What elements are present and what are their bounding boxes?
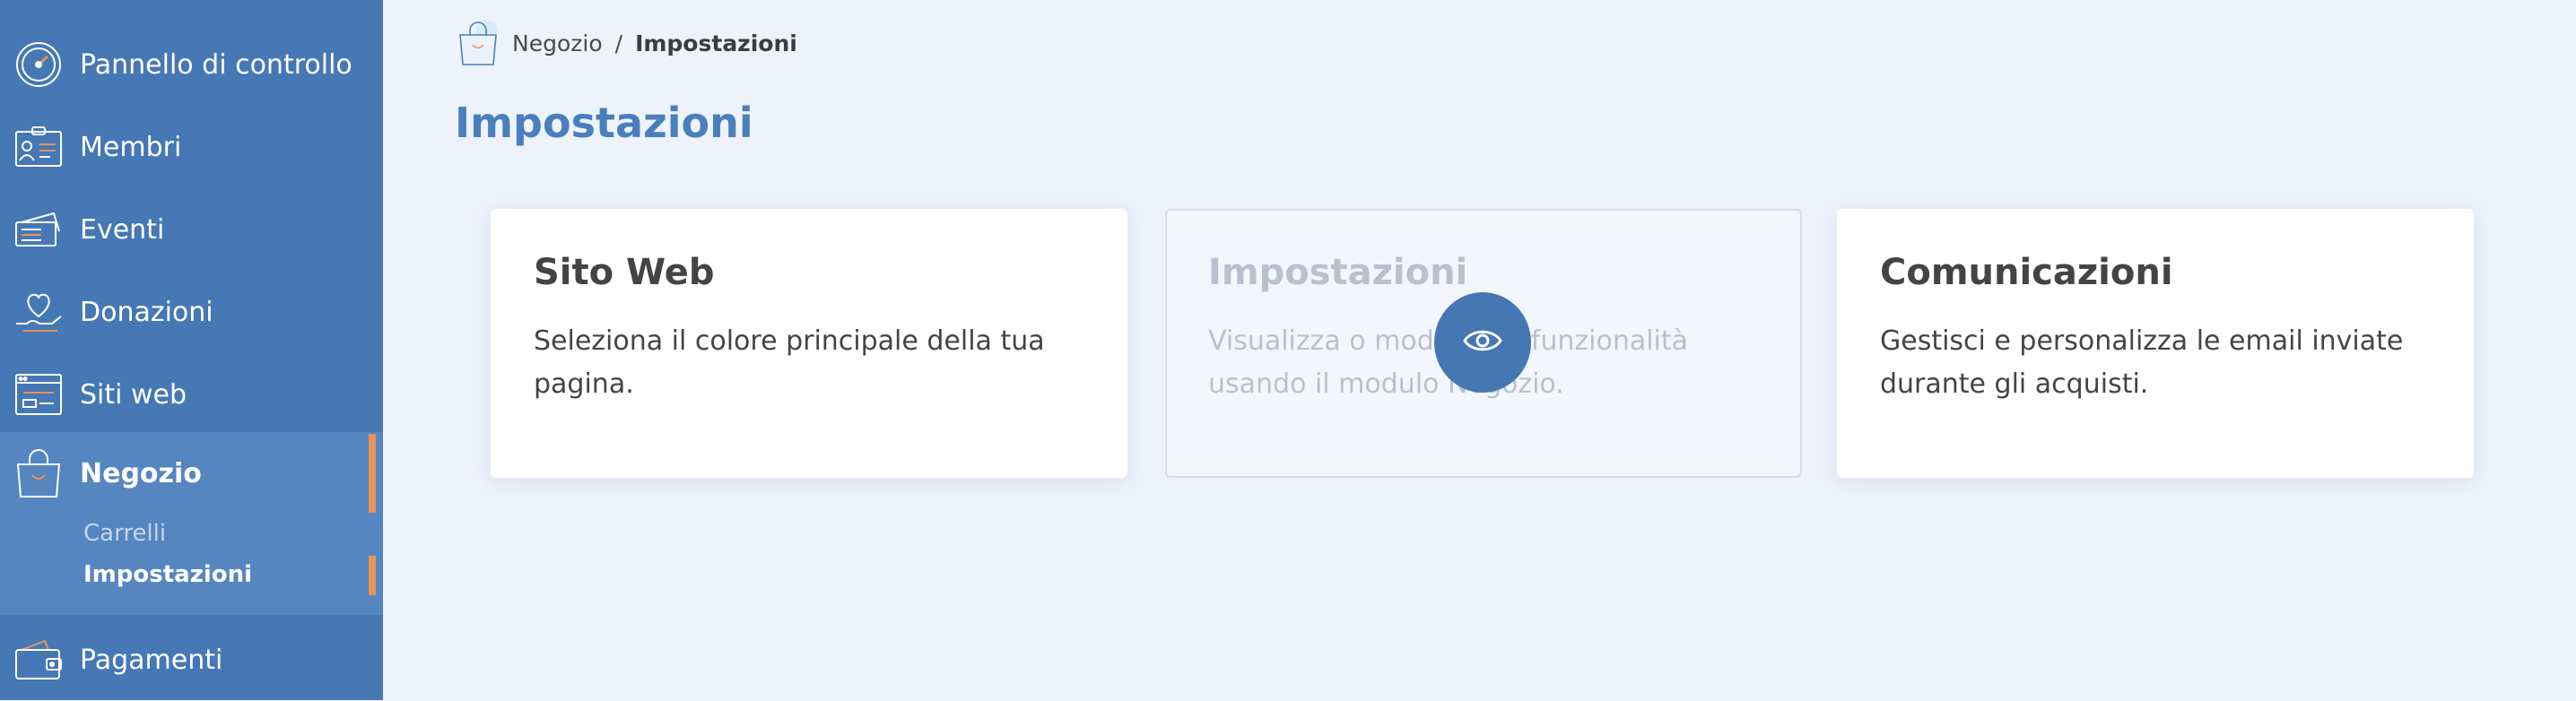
sidebar-item-negozio[interactable]: Negozio bbox=[0, 432, 383, 515]
shopping-bag-icon bbox=[13, 447, 65, 499]
shopping-bag-icon bbox=[455, 18, 501, 68]
speedometer-icon bbox=[13, 39, 65, 91]
main-content: Negozio / Impostazioni Impostazioni Sito… bbox=[383, 0, 2576, 700]
eye-icon bbox=[1463, 327, 1502, 358]
sidebar-item-label: Siti web bbox=[80, 378, 187, 411]
breadcrumb: Negozio / Impostazioni bbox=[455, 18, 797, 68]
card-description: Seleziona il colore principale della tua… bbox=[534, 325, 1045, 400]
card-title: Comunicazioni bbox=[1880, 252, 2173, 293]
view-button[interactable] bbox=[1434, 292, 1531, 393]
sidebar-item-label: Negozio bbox=[80, 457, 202, 489]
sidebar-subitem-carrelli[interactable]: Carrelli bbox=[83, 520, 166, 547]
sidebar-item-label: Donazioni bbox=[80, 296, 213, 328]
wallet-icon bbox=[13, 634, 65, 686]
sidebar-item-pagamenti[interactable]: Pagamenti bbox=[0, 619, 383, 701]
breadcrumb-parent-link[interactable]: Negozio bbox=[512, 30, 603, 56]
card-description: Gestisci e personalizza le email inviate… bbox=[1880, 325, 2404, 400]
sidebar-item-label: Pagamenti bbox=[80, 644, 223, 676]
sidebar-subitem-impostazioni[interactable]: Impostazioni bbox=[83, 561, 252, 588]
sidebar: Pannello di controllo Membri Eventi Dona… bbox=[0, 0, 383, 700]
sidebar-item-eventi[interactable]: Eventi bbox=[0, 188, 383, 271]
tickets-icon bbox=[13, 203, 65, 255]
breadcrumb-current: Impostazioni bbox=[635, 30, 797, 56]
sidebar-item-label: Pannello di controllo bbox=[80, 48, 352, 81]
breadcrumb-separator: / bbox=[614, 30, 623, 56]
browser-window-icon bbox=[13, 368, 65, 420]
sidebar-item-donazioni[interactable]: Donazioni bbox=[0, 271, 383, 353]
card-comunicazioni[interactable]: Comunicazioni Gestisci e personalizza le… bbox=[1837, 209, 2474, 478]
sidebar-item-pannello-di-controllo[interactable]: Pannello di controllo bbox=[0, 23, 383, 106]
card-title: Sito Web bbox=[534, 252, 715, 293]
card-title: Impostazioni bbox=[1208, 252, 1468, 293]
sidebar-item-membri[interactable]: Membri bbox=[0, 106, 383, 188]
heart-hand-icon bbox=[13, 286, 65, 338]
card-sito-web[interactable]: Sito Web Seleziona il colore principale … bbox=[491, 209, 1127, 478]
page-title: Impostazioni bbox=[455, 99, 753, 147]
active-subitem-indicator bbox=[369, 556, 376, 595]
active-indicator bbox=[369, 434, 376, 513]
sidebar-item-siti-web[interactable]: Siti web bbox=[0, 353, 383, 436]
id-badge-icon bbox=[13, 121, 65, 173]
sidebar-group-negozio: Negozio Carrelli Impostazioni bbox=[0, 432, 383, 615]
sidebar-item-label: Membri bbox=[80, 131, 182, 163]
sidebar-item-label: Eventi bbox=[80, 213, 165, 246]
